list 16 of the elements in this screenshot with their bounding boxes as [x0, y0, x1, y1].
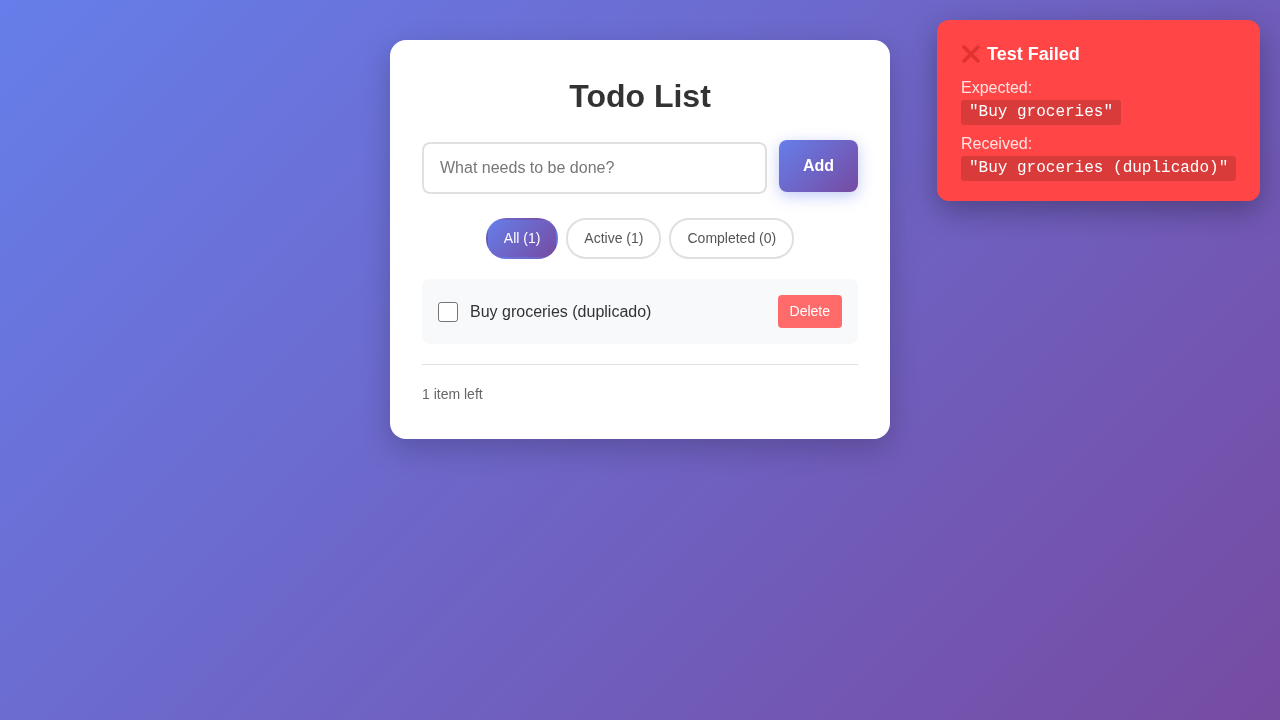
- filter-tab[interactable]: Completed (0): [669, 218, 795, 259]
- items-left-count: 1 item left: [422, 386, 483, 402]
- cross-icon: [961, 44, 981, 64]
- todo-text: Buy groceries (duplicado): [470, 301, 653, 322]
- add-button[interactable]: Add: [779, 140, 858, 192]
- field-label: Expected:: [961, 78, 1033, 98]
- todo-title: Todo List: [569, 77, 711, 116]
- todo-checkbox[interactable]: [438, 301, 458, 322]
- todo-input-field[interactable]: What needs to be done?: [422, 142, 767, 194]
- field-value: "Buy groceries": [961, 100, 1122, 125]
- toast-title: Test Failed: [987, 43, 1080, 66]
- filter-tab[interactable]: All (1): [485, 218, 559, 259]
- delete-button[interactable]: Delete: [777, 295, 842, 328]
- filter-tab[interactable]: Active (1): [566, 218, 662, 259]
- field-value: "Buy groceries (duplicado)": [961, 156, 1237, 181]
- field-label: Received:: [961, 134, 1033, 154]
